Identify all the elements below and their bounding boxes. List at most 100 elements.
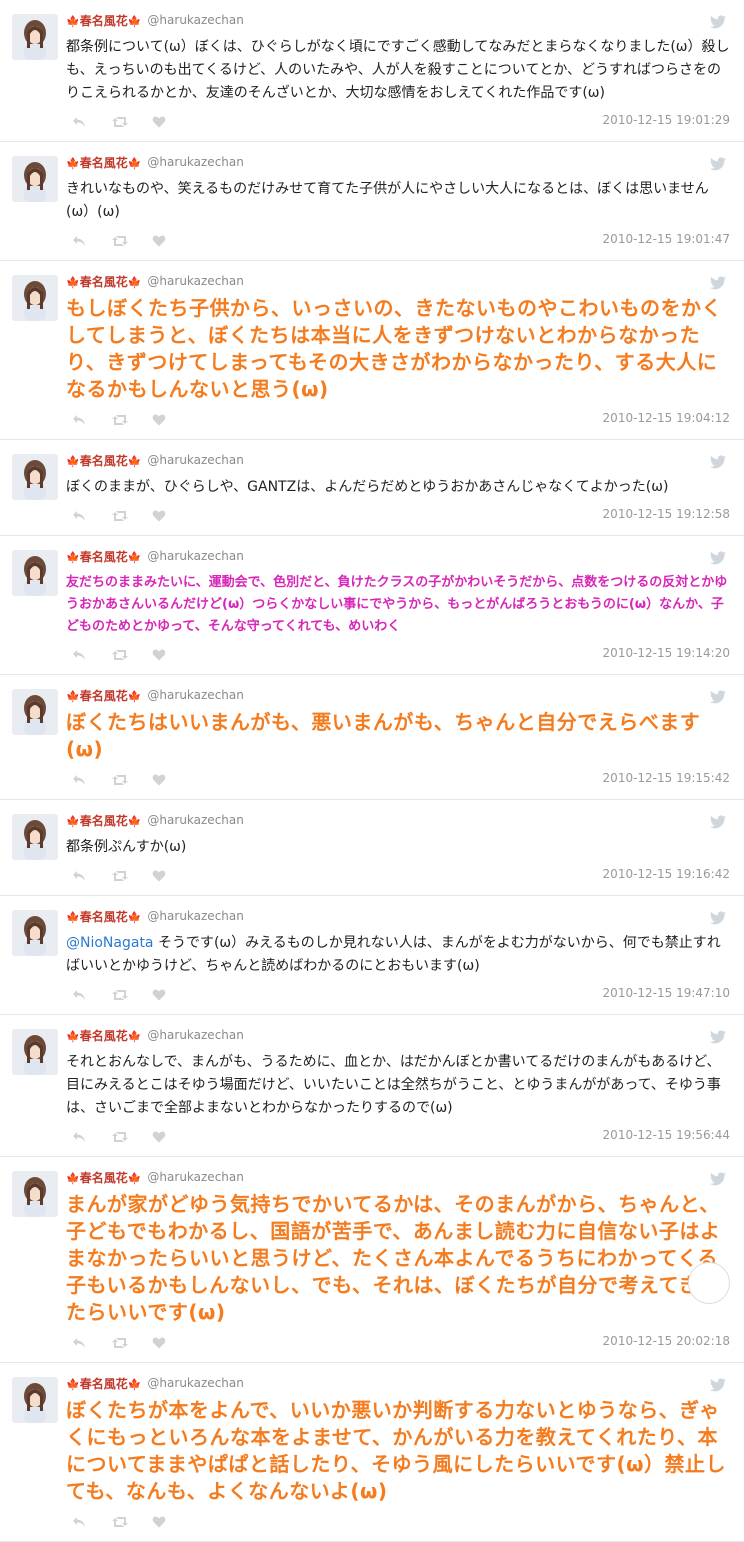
favorite-icon[interactable] <box>152 507 166 522</box>
avatar[interactable] <box>12 689 58 735</box>
favorite-icon[interactable] <box>152 1334 166 1349</box>
user-handle[interactable]: @harukazechan <box>147 155 243 169</box>
user-handle[interactable]: @harukazechan <box>147 453 243 467</box>
timestamp[interactable]: 2010-12-15 19:56:44 <box>603 1128 730 1142</box>
avatar[interactable] <box>12 454 58 500</box>
reply-icon[interactable] <box>72 113 86 127</box>
user-handle[interactable]: @harukazechan <box>147 813 243 827</box>
twitter-bird-icon[interactable] <box>710 689 726 704</box>
timestamp[interactable]: 2010-12-15 19:14:20 <box>603 646 730 660</box>
tweet-actions <box>72 113 166 128</box>
display-name[interactable]: 🍁春名風花🍁 <box>66 154 141 171</box>
reply-icon[interactable] <box>72 232 86 246</box>
retweet-icon[interactable] <box>112 867 128 881</box>
retweet-icon[interactable] <box>112 1334 128 1348</box>
retweet-icon[interactable] <box>112 771 128 785</box>
favorite-icon[interactable] <box>152 232 166 247</box>
user-handle[interactable]: @harukazechan <box>147 274 243 288</box>
twitter-bird-icon[interactable] <box>710 1171 726 1186</box>
display-name[interactable]: 🍁春名風花🍁 <box>66 1375 141 1392</box>
reply-icon[interactable] <box>72 411 86 425</box>
maple-leaf-icon: 🍁 <box>127 910 142 924</box>
timestamp[interactable]: 2010-12-15 19:15:42 <box>603 771 730 785</box>
twitter-bird-icon[interactable] <box>710 910 726 925</box>
retweet-icon[interactable] <box>112 113 128 127</box>
retweet-icon[interactable] <box>112 411 128 425</box>
user-handle[interactable]: @harukazechan <box>147 13 243 27</box>
favorite-icon[interactable] <box>152 1128 166 1143</box>
twitter-bird-icon[interactable] <box>710 1377 726 1392</box>
avatar[interactable] <box>12 1029 58 1075</box>
display-name-text: 春名風花 <box>79 1170 128 1185</box>
avatar[interactable] <box>12 156 58 202</box>
twitter-bird-icon[interactable] <box>710 14 726 29</box>
favorite-icon[interactable] <box>152 771 166 786</box>
tweet-header: 🍁春名風花🍁 @harukazechan <box>66 452 730 468</box>
display-name[interactable]: 🍁春名風花🍁 <box>66 548 141 565</box>
timestamp[interactable]: 2010-12-15 19:01:47 <box>603 232 730 246</box>
display-name[interactable]: 🍁春名風花🍁 <box>66 1027 141 1044</box>
reply-icon[interactable] <box>72 1128 86 1142</box>
tweet-body: それとおんなしで、まんがも、うるために、血とか、はだかんぼとか書いてるだけのまん… <box>66 1054 721 1116</box>
twitter-bird-icon[interactable] <box>710 156 726 171</box>
twitter-bird-icon[interactable] <box>710 275 726 290</box>
favorite-icon[interactable] <box>152 1513 166 1528</box>
display-name[interactable]: 🍁春名風花🍁 <box>66 687 141 704</box>
user-handle[interactable]: @harukazechan <box>147 1170 243 1184</box>
avatar[interactable] <box>12 550 58 596</box>
avatar[interactable] <box>12 275 58 321</box>
user-handle[interactable]: @harukazechan <box>147 549 243 563</box>
favorite-icon[interactable] <box>152 867 166 882</box>
retweet-icon[interactable] <box>112 232 128 246</box>
reply-icon[interactable] <box>72 507 86 521</box>
timestamp[interactable]: 2010-12-15 19:16:42 <box>603 867 730 881</box>
timestamp[interactable]: 2010-12-15 20:02:18 <box>603 1334 730 1348</box>
display-name[interactable]: 🍁春名風花🍁 <box>66 452 141 469</box>
display-name[interactable]: 🍁春名風花🍁 <box>66 12 141 29</box>
retweet-icon[interactable] <box>112 507 128 521</box>
display-name[interactable]: 🍁春名風花🍁 <box>66 1169 141 1186</box>
display-name[interactable]: 🍁春名風花🍁 <box>66 812 141 829</box>
twitter-bird-icon[interactable] <box>710 550 726 565</box>
timestamp[interactable]: 2010-12-15 19:47:10 <box>603 986 730 1000</box>
tweet-body: そうです(ω）みえるものしか見れない人は、まんがをよむ力がないから、何でも禁止す… <box>66 935 721 974</box>
twitter-bird-icon[interactable] <box>710 1029 726 1044</box>
timestamp[interactable]: 2010-12-15 19:04:12 <box>603 411 730 425</box>
favorite-icon[interactable] <box>152 986 166 1001</box>
twitter-bird-icon[interactable] <box>710 454 726 469</box>
user-handle[interactable]: @harukazechan <box>147 688 243 702</box>
twitter-bird-icon[interactable] <box>710 814 726 829</box>
retweet-icon[interactable] <box>112 1513 128 1527</box>
tweet-body: もしぼくたち子供から、いっさいの、きたないものやこわいものをかくしてしまうと、ぼ… <box>66 296 722 401</box>
retweet-icon[interactable] <box>112 1128 128 1142</box>
user-handle[interactable]: @harukazechan <box>147 1376 243 1390</box>
scroll-up-icon[interactable] <box>688 1262 730 1304</box>
retweet-icon[interactable] <box>112 646 128 660</box>
display-name-text: 春名風花 <box>79 274 128 289</box>
mention-link[interactable]: @NioNagata <box>66 935 154 951</box>
favorite-icon[interactable] <box>152 113 166 128</box>
user-handle[interactable]: @harukazechan <box>147 909 243 923</box>
reply-icon[interactable] <box>72 646 86 660</box>
reply-icon[interactable] <box>72 867 86 881</box>
reply-icon[interactable] <box>72 986 86 1000</box>
display-name-text: 春名風花 <box>79 155 128 170</box>
display-name[interactable]: 🍁春名風花🍁 <box>66 908 141 925</box>
avatar[interactable] <box>12 1377 58 1423</box>
retweet-icon[interactable] <box>112 986 128 1000</box>
display-name[interactable]: 🍁春名風花🍁 <box>66 273 141 290</box>
timestamp[interactable]: 2010-12-15 19:12:58 <box>603 507 730 521</box>
avatar[interactable] <box>12 14 58 60</box>
reply-icon[interactable] <box>72 771 86 785</box>
favorite-icon[interactable] <box>152 411 166 426</box>
user-handle[interactable]: @harukazechan <box>147 1028 243 1042</box>
timestamp[interactable]: 2010-12-15 19:01:29 <box>603 113 730 127</box>
favorite-icon[interactable] <box>152 646 166 661</box>
reply-icon[interactable] <box>72 1513 86 1527</box>
maple-leaf-icon: 🍁 <box>66 1377 80 1391</box>
reply-icon[interactable] <box>72 1334 86 1348</box>
display-name-text: 春名風花 <box>79 1376 128 1391</box>
avatar[interactable] <box>12 814 58 860</box>
avatar[interactable] <box>12 1171 58 1217</box>
avatar[interactable] <box>12 910 58 956</box>
